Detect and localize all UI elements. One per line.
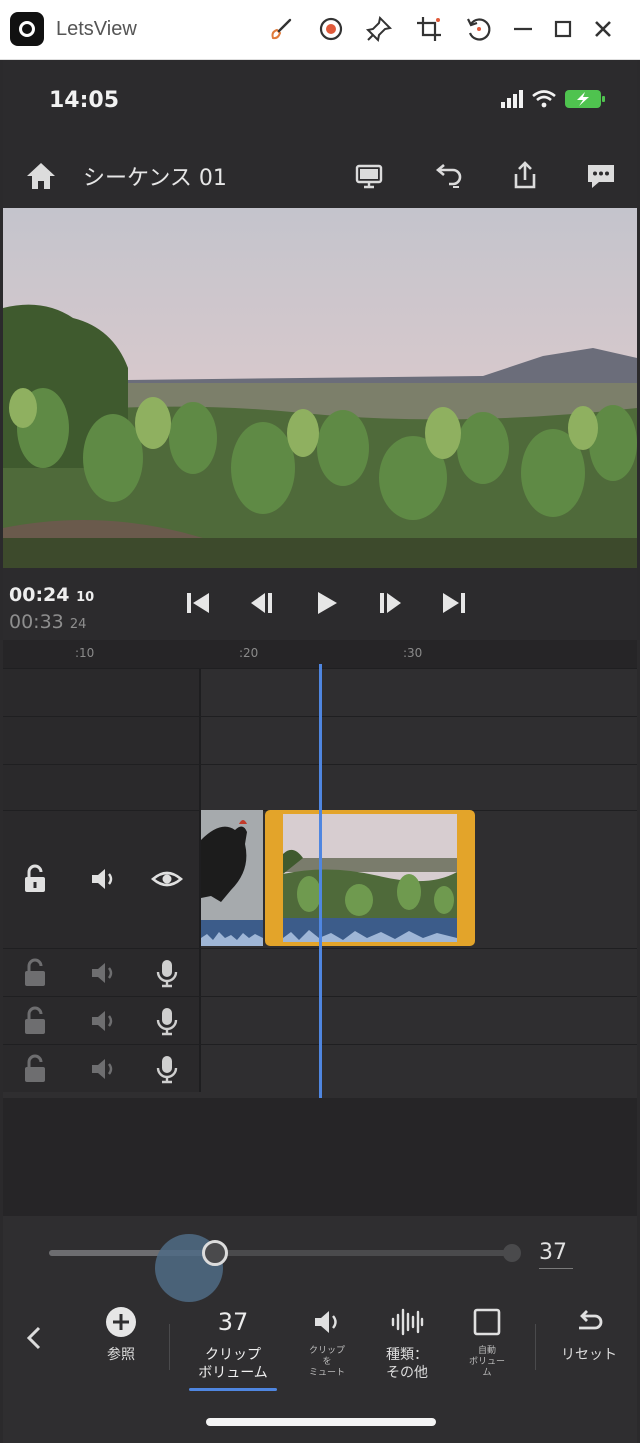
app-title: LetsView [56,18,137,40]
speaker-icon[interactable] [87,1053,119,1085]
volume-value: 37 [539,1240,567,1265]
rotate-icon[interactable] [464,14,494,44]
volume-slider-track[interactable] [49,1250,519,1256]
status-icons [499,86,609,112]
phone-screen: 14:05 シーケンス 01 00:24 10 00:33 24:10:20… [3,60,637,1443]
video-clip-rooster[interactable] [201,810,263,946]
brush-icon[interactable] [266,14,296,44]
eye-icon[interactable] [151,863,183,895]
video-clip-cactus-selected[interactable] [265,810,475,946]
editor-header: シーケンス 01 [3,148,637,206]
active-tool-indicator [189,1388,277,1391]
lock-open-icon[interactable] [19,957,51,989]
clip-volume-button[interactable]: 37 クリップ ボリューム [189,1304,277,1382]
pin-icon[interactable] [364,14,394,44]
signal-icon [501,90,523,108]
video-track-header [3,811,201,948]
reset-button[interactable]: リセット [551,1304,627,1364]
ruler-tick: :20 [239,646,259,660]
back-chevron-icon[interactable] [21,1320,47,1356]
browse-button[interactable]: 参照 [91,1304,151,1364]
clip-volume-panel: 37 参照 37 クリップ ボリューム クリップ を ミュート 種類： その他 … [3,1216,637,1443]
status-time: 14:05 [49,88,120,113]
maximize-icon[interactable] [548,14,578,44]
clip-volume-value: 37 [217,1308,249,1336]
lock-open-icon[interactable] [19,863,51,895]
home-indicator[interactable] [206,1418,436,1426]
volume-slider-end [503,1244,521,1262]
letsview-logo-icon [10,12,44,46]
video-preview[interactable] [3,208,637,568]
playhead[interactable] [319,664,322,1098]
auto-volume-button[interactable]: 自動 ボリュー ム [457,1304,517,1379]
microphone-icon[interactable] [151,1005,183,1037]
current-timecode: 00:24 10 [9,584,95,606]
microphone-icon[interactable] [151,957,183,989]
wifi-icon [532,90,556,102]
monitor-icon[interactable] [349,156,389,196]
battery-icon [565,90,605,108]
speaker-icon[interactable] [87,957,119,989]
speaker-icon [309,1304,345,1340]
audio-type-label: 種類： その他 [386,1347,428,1381]
record-icon[interactable] [316,14,346,44]
toolbar-divider [535,1324,536,1370]
clip-volume-label: クリップ ボリューム [198,1347,268,1381]
checkbox-icon [469,1304,505,1340]
crop-icon[interactable] [414,14,444,44]
lock-open-icon[interactable] [19,1005,51,1037]
speaker-icon[interactable] [87,1005,119,1037]
audio-track-header [3,997,201,1044]
browse-label: 参照 [107,1347,135,1363]
step-back-icon[interactable] [245,586,279,620]
timeline-empty-area [3,1098,637,1216]
microphone-icon[interactable] [151,1053,183,1085]
total-duration: 00:33 24 [9,611,87,633]
step-forward-icon[interactable] [373,586,407,620]
window-titlebar: LetsView [0,0,640,60]
audio-type-button[interactable]: 種類： その他 [375,1304,439,1382]
audio-track-header [3,1045,201,1092]
reset-label: リセット [561,1347,617,1363]
volume-slider-knob[interactable] [202,1240,228,1266]
undo-icon[interactable] [427,156,467,196]
feedback-icon[interactable] [581,156,621,196]
mute-clip-label: クリップ を ミュート [308,1346,345,1378]
lock-open-icon[interactable] [19,1053,51,1085]
waveform-icon [389,1304,425,1340]
share-icon[interactable] [505,156,545,196]
play-icon[interactable] [309,586,343,620]
ruler-tick: :10 [75,646,95,660]
volume-value-underline [539,1268,573,1269]
jump-to-start-icon[interactable] [181,586,215,620]
auto-volume-label: 自動 ボリュー ム [468,1346,505,1378]
ruler-tick: :30 [403,646,423,660]
minimize-icon[interactable] [508,14,538,44]
plus-circle-icon [103,1304,139,1340]
close-icon[interactable] [588,14,618,44]
speaker-icon[interactable] [87,863,119,895]
mute-clip-button[interactable]: クリップ を ミュート [297,1304,357,1379]
jump-to-end-icon[interactable] [437,586,471,620]
toolbar-divider [169,1324,170,1370]
home-icon[interactable] [21,156,61,196]
sequence-title[interactable]: シーケンス 01 [83,160,227,192]
audio-track-header [3,949,201,996]
reset-arrow-icon [571,1304,607,1340]
